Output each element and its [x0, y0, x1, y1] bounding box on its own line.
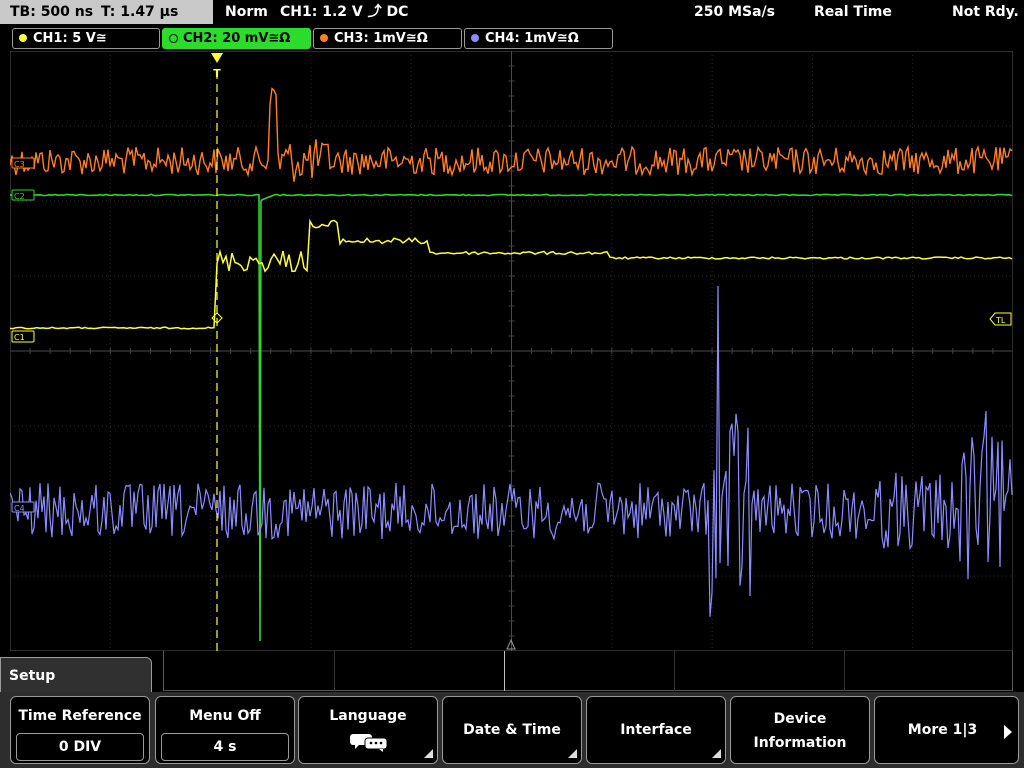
- trigger-time-readout: T: 1.47 µs: [101, 4, 179, 20]
- trigger-mode[interactable]: Norm: [225, 0, 268, 24]
- menu-off-value[interactable]: 4 s: [161, 733, 289, 761]
- time-reference-softkey[interactable]: Time Reference 0 DIV: [10, 696, 150, 764]
- date-time-label: Date & Time: [463, 722, 561, 738]
- ch3-marker-label: C3: [14, 160, 25, 169]
- ch3-color-dot: [320, 34, 328, 42]
- ch4-marker-label: C4: [14, 504, 25, 513]
- submenu-indicator-icon: [424, 749, 433, 758]
- speech-bubbles-icon: [350, 734, 388, 752]
- waveform-canvas[interactable]: T C3 C2 C1 C4 TL: [10, 51, 1013, 651]
- ch2-marker-label: C2: [14, 192, 25, 201]
- language-label: Language: [329, 708, 407, 724]
- softkey-bar: Time Reference 0 DIV Menu Off 4 s Langua…: [0, 692, 1024, 768]
- timebase-readout: TB: 500 ns: [10, 4, 94, 20]
- menu-title: Setup: [9, 668, 56, 684]
- trigger-info[interactable]: CH1: 1.2 V ⤴ DC: [280, 0, 408, 24]
- overview-strip: [163, 651, 1013, 691]
- channel-tab-ch2[interactable]: CH2: 20 mV≅Ω: [162, 28, 311, 49]
- device-information-softkey[interactable]: Device Information: [730, 696, 870, 764]
- channel-tab-ch3[interactable]: CH3: 1mV≅Ω: [313, 28, 462, 49]
- submenu-indicator-icon: [712, 749, 721, 758]
- ch4-color-dot: [471, 34, 479, 42]
- device-information-label-line2: Information: [753, 735, 847, 751]
- acquisition-status: Not Rdy.: [952, 4, 1019, 20]
- ch3-level-marker[interactable]: C3: [11, 157, 35, 169]
- waveform-display[interactable]: T C3 C2 C1 C4 TL: [10, 51, 1013, 651]
- ch2-level-marker[interactable]: C2: [11, 189, 35, 201]
- submenu-indicator-icon: [568, 749, 577, 758]
- trigger-level-label: TL: [995, 316, 1006, 325]
- interface-softkey[interactable]: Interface: [586, 696, 726, 764]
- ch1-label: CH1: 5 V≅: [33, 31, 107, 46]
- timebase-box[interactable]: TB: 500 ns T: 1.47 µs: [0, 0, 213, 24]
- acquisition-mode: Real Time: [814, 4, 892, 20]
- channel-tab-ch1[interactable]: CH1: 5 V≅: [12, 28, 160, 49]
- ch1-marker-label: C1: [14, 333, 25, 342]
- menu-off-label: Menu Off: [189, 708, 261, 724]
- more-softkey[interactable]: More 1|3: [874, 696, 1019, 764]
- ch1-level-marker[interactable]: C1: [11, 330, 35, 343]
- ch2-label: CH2: 20 mV≅Ω: [183, 31, 291, 46]
- ch1-color-dot: [19, 34, 27, 42]
- menu-title-tab: Setup: [0, 657, 152, 697]
- interface-label: Interface: [620, 722, 692, 738]
- ch2-color-dot: [169, 34, 178, 43]
- time-reference-value[interactable]: 0 DIV: [16, 733, 144, 761]
- ch4-label: CH4: 1mV≅Ω: [485, 31, 579, 46]
- trigger-position-label: T: [213, 67, 221, 80]
- channel-tab-ch4[interactable]: CH4: 1mV≅Ω: [464, 28, 613, 49]
- language-softkey[interactable]: Language: [298, 696, 438, 764]
- menu-off-softkey[interactable]: Menu Off 4 s: [155, 696, 295, 764]
- more-label: More 1|3: [907, 722, 978, 738]
- device-information-label-line1: Device: [773, 711, 827, 727]
- ch4-level-marker[interactable]: C4: [11, 501, 35, 513]
- date-time-softkey[interactable]: Date & Time: [442, 696, 582, 764]
- ch3-label: CH3: 1mV≅Ω: [334, 31, 428, 46]
- status-bar: TB: 500 ns T: 1.47 µs Norm CH1: 1.2 V ⤴ …: [0, 0, 1024, 25]
- sample-rate: 250 MSa/s: [694, 4, 776, 20]
- trigger-level-marker[interactable]: TL: [989, 312, 1012, 326]
- time-reference-label: Time Reference: [18, 708, 142, 724]
- next-page-arrow-icon: [1004, 725, 1012, 739]
